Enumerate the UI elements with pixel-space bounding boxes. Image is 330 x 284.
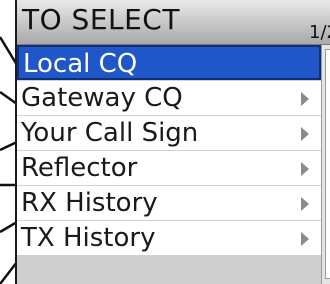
to-select-menu: Local CQ Gateway CQ Your Call Sign Refle… xyxy=(17,45,330,255)
menu-item-label: RX History xyxy=(21,188,158,218)
to-select-screen: TO SELECT 1/2 Local CQ Gateway CQ Your C… xyxy=(15,0,330,284)
chevron-right-icon xyxy=(301,197,309,211)
menu-item-local-cq[interactable]: Local CQ xyxy=(17,45,321,80)
menu-item-your-call-sign[interactable]: Your Call Sign xyxy=(17,115,321,150)
page-indicator: 1/2 xyxy=(309,22,330,43)
menu-item-rx-history[interactable]: RX History xyxy=(17,185,321,220)
chevron-right-icon xyxy=(301,127,309,141)
chevron-right-icon xyxy=(301,162,309,176)
chevron-right-icon xyxy=(301,232,309,246)
menu-item-label: Gateway CQ xyxy=(21,83,183,113)
scrollbar-thumb[interactable] xyxy=(325,49,330,279)
chevron-right-icon xyxy=(301,92,309,106)
menu-item-reflector[interactable]: Reflector xyxy=(17,150,321,185)
screen-title: TO SELECT xyxy=(22,3,180,36)
menu-item-label: TX History xyxy=(21,223,156,253)
menu-item-gateway-cq[interactable]: Gateway CQ xyxy=(17,80,321,115)
menu-item-label: Reflector xyxy=(21,153,138,183)
menu-item-tx-history[interactable]: TX History xyxy=(17,220,321,255)
menu-scrollbar[interactable] xyxy=(321,45,330,284)
menu-item-label: Local CQ xyxy=(23,49,138,79)
menu-item-label: Your Call Sign xyxy=(21,118,199,148)
title-bar: TO SELECT 1/2 xyxy=(17,0,330,45)
